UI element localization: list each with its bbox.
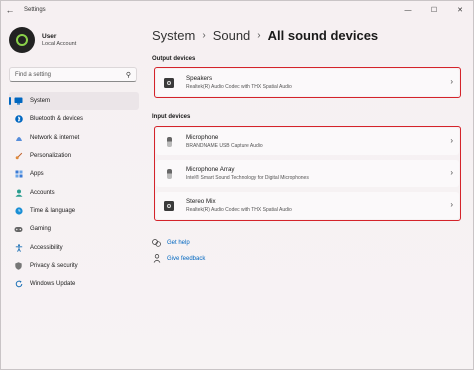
apps-icon [14,170,23,179]
sidebar-item-label: Time & language [30,207,76,214]
gamepad-icon [14,225,23,234]
sidebar-item-label: System [30,98,51,105]
breadcrumb: System › Sound › All sound devices [152,28,378,43]
device-description: Realtek(R) Audio Codec with THX Spatial … [186,83,292,90]
sidebar-item-apps[interactable]: Apps [9,165,139,183]
device-row-stereo-mix[interactable]: Stereo Mix Realtek(R) Audio Codec with T… [156,192,459,219]
sidebar-item-system[interactable]: System [9,92,139,111]
device-name: Microphone Array [186,166,235,174]
sidebar-item-label: Personalization [30,153,72,160]
speaker-icon [163,77,175,89]
sidebar-item-network[interactable]: Network & internet [9,129,139,147]
sidebar-item-privacy[interactable]: Privacy & security [9,257,139,275]
search-input[interactable]: Find a setting [15,72,126,78]
get-help-link[interactable]: Get help [152,238,190,247]
sidebar-item-label: Bluetooth & devices [30,116,84,123]
output-devices-heading: Output devices [152,56,196,62]
breadcrumb-system[interactable]: System [152,28,195,43]
sidebar-item-label: Accessibility [30,244,63,251]
device-row-microphone[interactable]: Microphone BRANDNAME USB Capture Audio › [156,128,459,155]
sidebar-item-accounts[interactable]: Accounts [9,183,139,201]
breadcrumb-sound[interactable]: Sound [213,28,251,43]
sidebar-item-label: Gaming [30,226,52,233]
microphone-icon [163,168,175,180]
page-title: All sound devices [267,28,379,43]
shield-icon [14,261,23,270]
sidebar-item-label: Privacy & security [30,262,78,269]
device-row-speakers[interactable]: Speakers Realtek(R) Audio Codec with THX… [156,69,459,96]
search-icon: ⚲ [125,71,131,79]
sidebar-item-label: Windows Update [30,281,76,288]
get-help-text[interactable]: Get help [167,240,190,246]
device-row-microphone-array[interactable]: Microphone Array Intel® Smart Sound Tech… [156,160,459,187]
sidebar-item-bluetooth[interactable]: Bluetooth & devices [9,110,139,128]
monitor-icon [14,97,23,106]
device-description: BRANDNAME USB Capture Audio [186,142,263,149]
sidebar-item-label: Apps [30,171,44,178]
device-description: Realtek(R) Audio Codec with THX Spatial … [186,206,292,213]
app-title: Settings [24,7,46,13]
network-icon [14,133,23,142]
maximize-button[interactable]: ☐ [421,1,447,19]
sidebar-item-personalization[interactable]: Personalization [9,147,139,165]
close-button[interactable]: ✕ [447,1,473,19]
title-bar: ← Settings — ☐ ✕ [1,1,473,19]
chevron-right-icon: › [450,136,453,145]
sidebar-item-time-language[interactable]: Time & language [9,202,139,220]
chevron-right-icon: › [202,30,206,41]
accounts-icon [14,188,23,197]
input-devices-heading: Input devices [152,114,191,120]
settings-window: ← Settings — ☐ ✕ User Local Account Find… [0,0,474,370]
chevron-right-icon: › [450,77,453,86]
user-name: User [42,33,57,40]
sidebar-item-windows-update[interactable]: Windows Update [9,275,139,293]
window-controls: — ☐ ✕ [395,1,473,19]
user-profile[interactable]: User Local Account [9,27,76,53]
speaker-icon [163,200,175,212]
bluetooth-icon [14,115,23,124]
update-icon [14,280,23,289]
sidebar-item-label: Network & internet [30,134,80,141]
feedback-icon [152,254,161,263]
device-name: Microphone [186,134,219,142]
minimize-button[interactable]: — [395,1,421,19]
brush-icon [14,152,23,161]
device-name: Speakers [186,75,213,83]
account-type: Local Account [42,41,77,47]
device-description: Intel® Smart Sound Technology for Digita… [186,174,309,181]
back-arrow-icon[interactable]: ← [1,1,19,19]
sidebar-item-label: Accounts [30,189,55,196]
help-icon [152,238,161,247]
chevron-right-icon: › [450,168,453,177]
avatar [9,27,35,53]
sidebar-item-accessibility[interactable]: Accessibility [9,238,139,256]
device-name: Stereo Mix [186,198,216,206]
chevron-right-icon: › [450,200,453,209]
give-feedback-link[interactable]: Give feedback [152,254,205,263]
globe-clock-icon [14,206,23,215]
give-feedback-text[interactable]: Give feedback [167,256,205,262]
sidebar-item-gaming[interactable]: Gaming [9,220,139,238]
chevron-right-icon: › [257,30,261,41]
microphone-icon [163,136,175,148]
search-box[interactable]: Find a setting ⚲ [9,67,137,82]
sidebar-nav: System Bluetooth & devices Network & int… [9,92,139,293]
accessibility-icon [14,243,23,252]
